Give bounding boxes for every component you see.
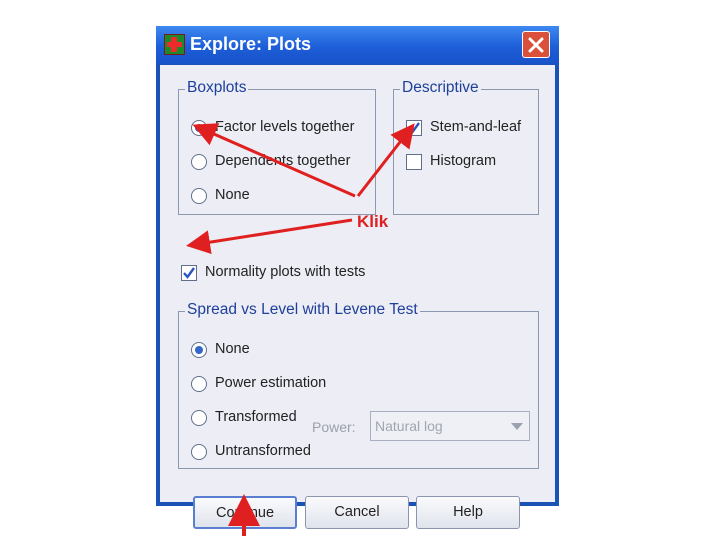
- arrow-to-stem-and-leaf: [356, 123, 415, 197]
- arrow-to-normality: [186, 218, 353, 255]
- annotation-arrows: [186, 123, 415, 536]
- klik-annotation: Klik: [357, 212, 389, 231]
- arrow-to-factor-levels: [192, 123, 356, 198]
